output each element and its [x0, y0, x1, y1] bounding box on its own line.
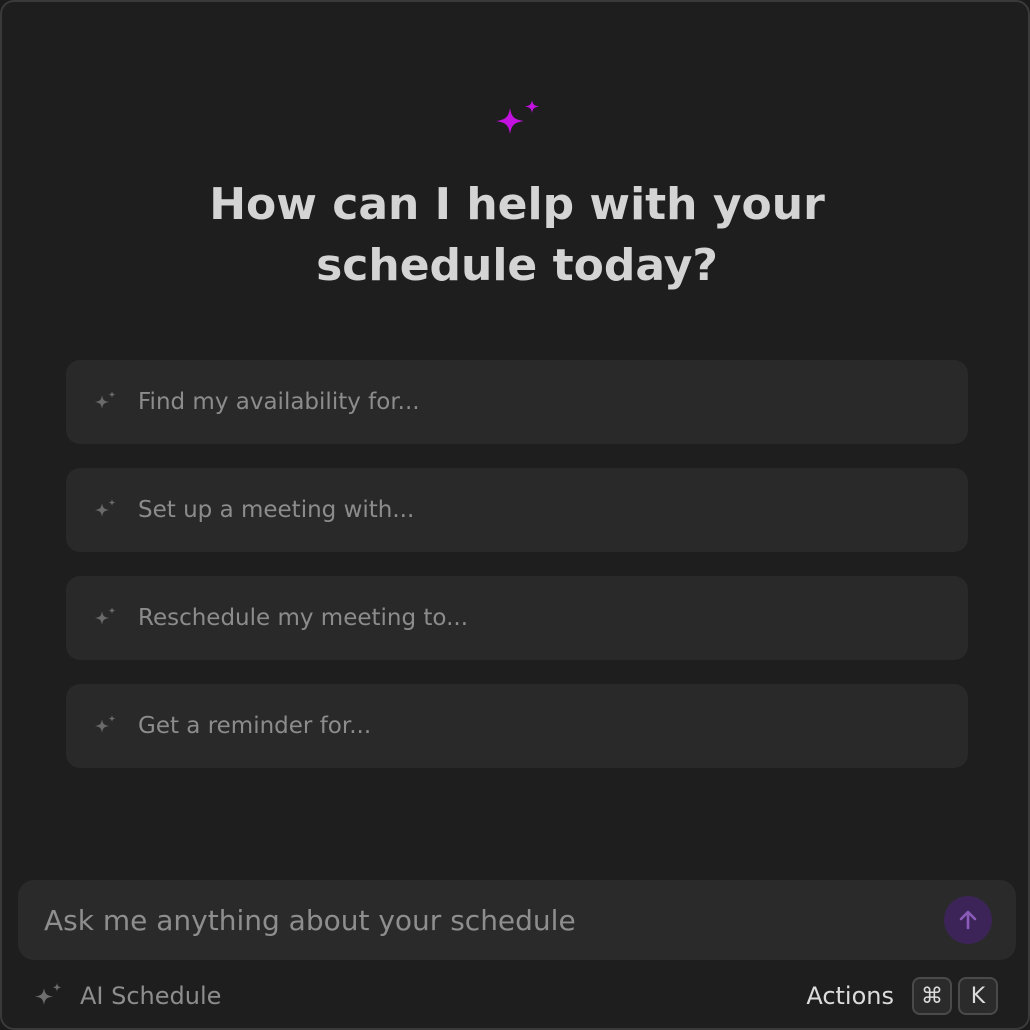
brand-label: AI Schedule [80, 982, 222, 1010]
k-key: K [958, 977, 998, 1015]
sparkles-icon [95, 607, 116, 625]
sparkles-icon [496, 100, 539, 134]
sparkles-icon [95, 715, 116, 733]
suggestion-set-up-meeting[interactable]: Set up a meeting with... [66, 468, 968, 552]
page-title: How can I help with your schedule today? [209, 179, 825, 291]
arrow-up-icon [959, 910, 977, 930]
suggestion-label: Find my availability for... [138, 389, 420, 415]
suggestion-reschedule-meeting[interactable]: Reschedule my meeting to... [66, 576, 968, 660]
suggestion-find-availability[interactable]: Find my availability for... [66, 360, 968, 444]
sparkles-icon [35, 983, 62, 1005]
suggestion-label: Get a reminder for... [138, 713, 372, 739]
ai-schedule-panel: How can I help with your schedule today?… [0, 0, 1030, 1030]
send-button[interactable] [944, 896, 992, 944]
suggestion-label: Set up a meeting with... [138, 497, 415, 523]
chat-input-bar [18, 880, 1016, 960]
chat-input[interactable] [42, 894, 932, 946]
actions-label: Actions [806, 982, 894, 1010]
suggestion-list: Find my availability for... Set up a mee… [66, 360, 968, 792]
sparkles-icon [95, 391, 116, 409]
sparkles-icon [95, 499, 116, 517]
brand-label-group: AI Schedule [32, 976, 221, 1016]
actions-shortcut[interactable]: Actions ⌘ K [806, 976, 998, 1016]
suggestion-get-reminder[interactable]: Get a reminder for... [66, 684, 968, 768]
command-key: ⌘ [912, 977, 952, 1015]
suggestion-label: Reschedule my meeting to... [138, 605, 469, 631]
